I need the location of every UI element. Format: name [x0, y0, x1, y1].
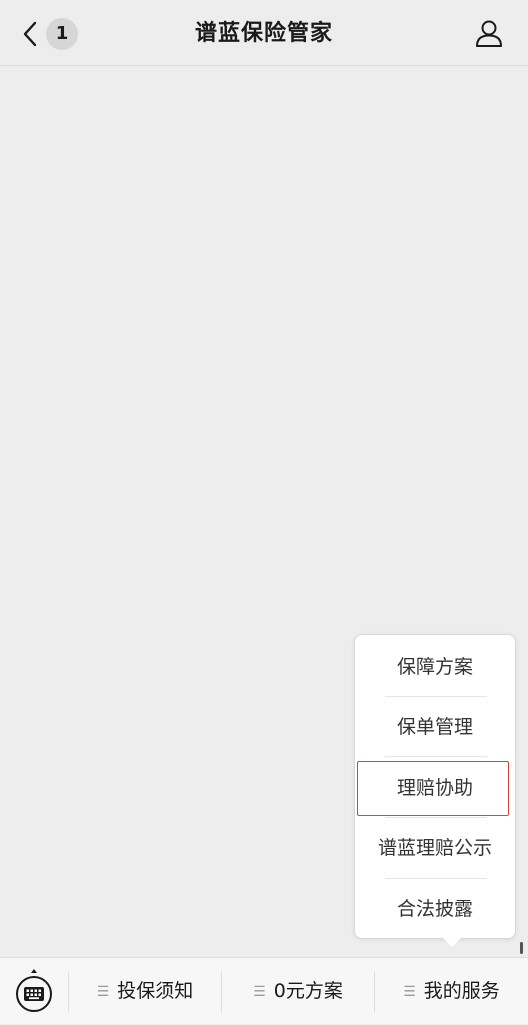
person-icon — [476, 20, 502, 47]
service-submenu: 保障方案 保单管理 理赔协助 谱蓝理赔公示 合法披露 — [354, 634, 516, 939]
tab-insurance-notice[interactable]: ☰ 投保须知 — [69, 958, 221, 1024]
menu-item-claim-publicity[interactable]: 谱蓝理赔公示 — [355, 818, 515, 878]
menu-lines-icon: ☰ — [253, 984, 266, 1000]
tab-label: 0元方案 — [273, 980, 343, 1002]
bottom-menu-bar: ☰ 投保须知 ☰ 0元方案 ☰ 我的服务 — [0, 957, 528, 1024]
profile-button[interactable] — [474, 18, 506, 50]
menu-item-policy-management[interactable]: 保单管理 — [355, 697, 515, 757]
menu-item-coverage-plan[interactable]: 保障方案 — [355, 637, 515, 697]
menu-divider — [385, 756, 487, 757]
popup-pointer — [443, 938, 461, 947]
back-button[interactable]: 1 — [18, 16, 82, 52]
menu-item-claim-assistance[interactable]: 理赔协助 — [355, 758, 515, 818]
tab-zero-cost-plan[interactable]: ☰ 0元方案 — [222, 958, 374, 1024]
tab-my-services[interactable]: ☰ 我的服务 — [375, 958, 528, 1024]
scroll-indicator — [520, 942, 523, 954]
keyboard-toggle-button[interactable] — [0, 958, 68, 1024]
keyboard-icon — [16, 969, 52, 1012]
page-title: 谱蓝保险管家 — [194, 21, 333, 46]
unread-count-badge: 1 — [46, 18, 78, 50]
navigation-bar: 1 谱蓝保险管家 — [0, 0, 528, 66]
tab-label: 我的服务 — [423, 980, 500, 1002]
menu-item-legal-disclosure[interactable]: 合法披露 — [355, 879, 515, 939]
menu-lines-icon: ☰ — [96, 984, 110, 1000]
tab-label: 投保须知 — [117, 980, 194, 1002]
chevron-left-icon — [23, 21, 37, 47]
menu-lines-icon: ☰ — [403, 984, 416, 1000]
